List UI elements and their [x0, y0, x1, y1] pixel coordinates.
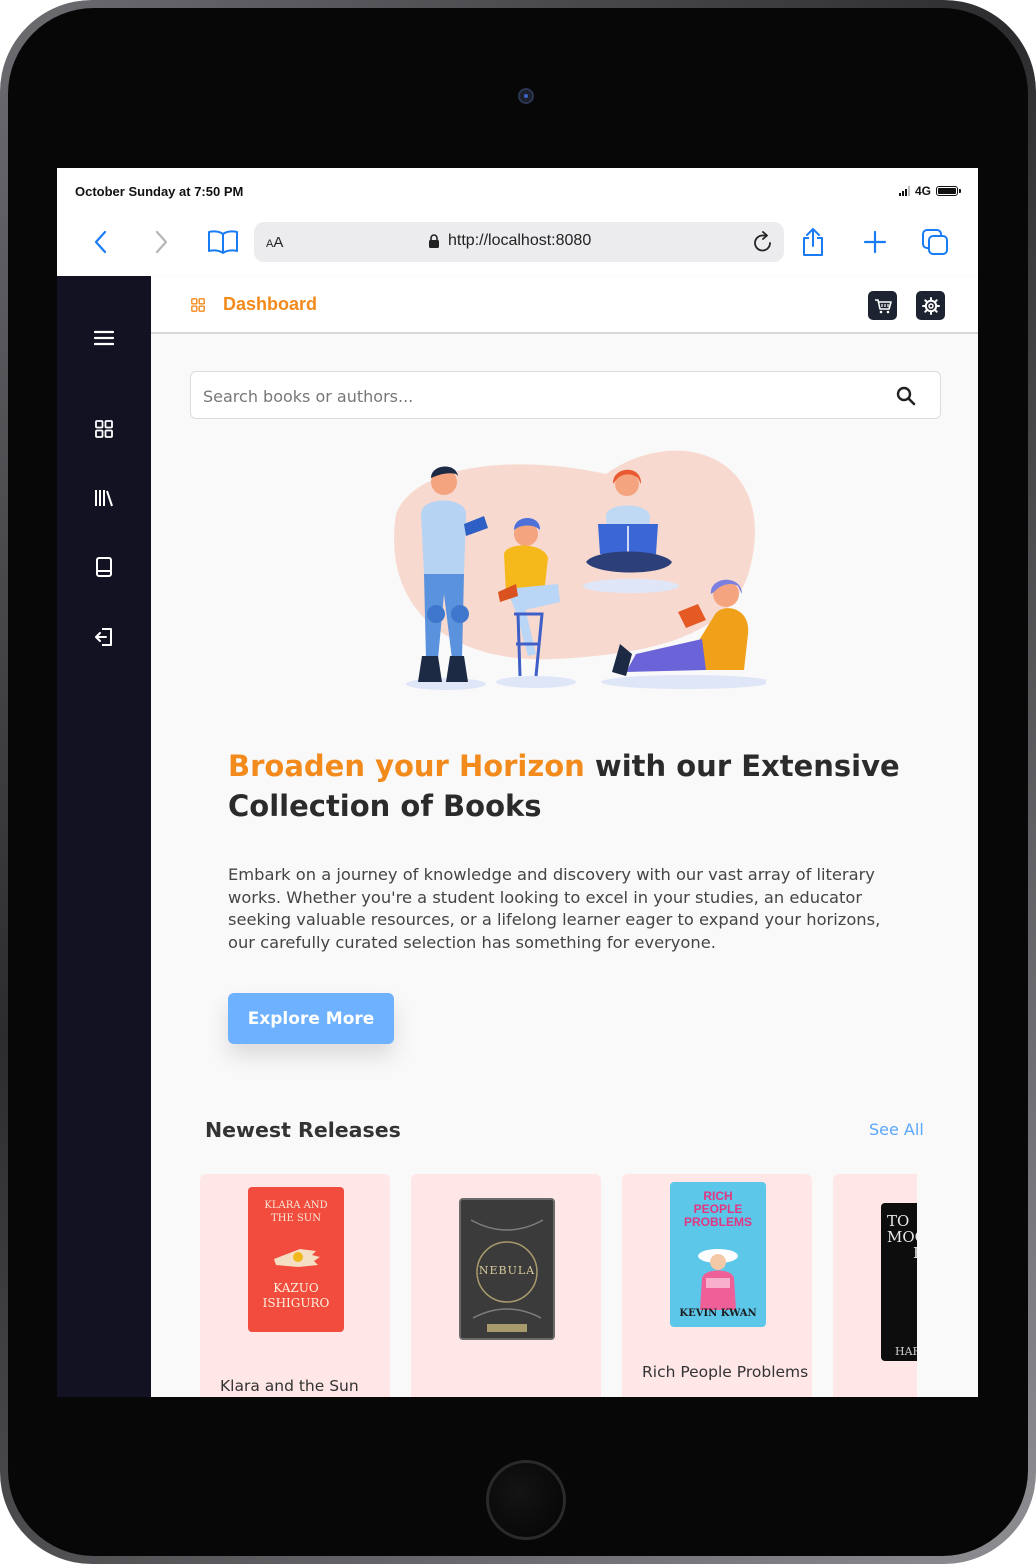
- status-bar: October Sunday at 7:50 PM 4G: [57, 168, 978, 214]
- lock-icon: [429, 233, 439, 248]
- cart-icon: [874, 298, 892, 313]
- search-input[interactable]: [203, 382, 873, 410]
- tabs-icon[interactable]: [917, 224, 953, 260]
- settings-button[interactable]: [916, 291, 945, 320]
- main-content: Broaden your Horizon with our Extensive …: [151, 334, 978, 1397]
- sidebar-item-logout[interactable]: [93, 626, 115, 648]
- sidebar-item-library[interactable]: [93, 487, 115, 509]
- book-cover: KLARA AND THE SUN KAZUO ISHIGURO: [248, 1187, 344, 1332]
- browser-toolbar: AA http://localhost:8080: [57, 214, 978, 276]
- book-title: Klara and the Sun: [220, 1377, 359, 1395]
- url-text: http://localhost:8080: [448, 232, 592, 249]
- sidebar: [57, 276, 151, 1397]
- page-title: Dashboard: [223, 294, 318, 314]
- search-box: [190, 371, 941, 419]
- book-card[interactable]: KLARA AND THE SUN KAZUO ISHIGURO Klara a…: [200, 1174, 390, 1397]
- bookmarks-icon[interactable]: [205, 224, 241, 260]
- see-all-link[interactable]: See All: [869, 1120, 924, 1139]
- url-display[interactable]: http://localhost:8080: [428, 232, 591, 250]
- status-time: October Sunday at 7:50 PM: [75, 184, 244, 199]
- reload-icon[interactable]: [750, 228, 776, 256]
- new-tab-icon[interactable]: [857, 224, 893, 260]
- hero-description: Embark on a journey of knowledge and dis…: [228, 865, 881, 952]
- newest-releases-carousel: KLARA AND THE SUN KAZUO ISHIGURO Klara a…: [200, 1174, 917, 1397]
- battery-icon: [936, 186, 961, 196]
- library-icon: [95, 490, 113, 507]
- dashboard-title-icon: [191, 298, 205, 312]
- book-title: Rich People Problems: [642, 1363, 809, 1381]
- sidebar-item-books[interactable]: [93, 556, 115, 578]
- section-title: Newest Releases: [205, 1118, 401, 1142]
- dashboard-icon: [95, 420, 113, 438]
- book-cover: RICH PEOPLE PROBLEMS KEVIN KWAN: [670, 1182, 766, 1327]
- explore-more-button[interactable]: Explore More: [228, 993, 394, 1044]
- hand-sun-icon: [274, 1249, 320, 1267]
- app-header: Dashboard: [151, 276, 978, 334]
- hero-headline: Broaden your Horizon with our Extensive …: [228, 746, 928, 826]
- book-icon: [96, 557, 112, 577]
- cart-button[interactable]: [868, 291, 897, 320]
- screen: October Sunday at 7:50 PM 4G AA http://l…: [57, 168, 978, 1397]
- url-bar[interactable]: AA http://localhost:8080: [254, 222, 784, 262]
- gear-icon: [921, 296, 940, 315]
- woman-illustration-icon: [698, 1249, 738, 1310]
- book-card[interactable]: TO MOC B HAR: [833, 1174, 917, 1397]
- book-card[interactable]: NEBULA: [411, 1174, 601, 1397]
- hero-illustration: [394, 450, 766, 690]
- forward-icon[interactable]: [143, 224, 179, 260]
- logout-icon: [95, 628, 112, 646]
- menu-icon[interactable]: [93, 327, 115, 349]
- home-button[interactable]: [486, 1460, 566, 1540]
- reader-options[interactable]: AA: [266, 234, 283, 252]
- search-icon[interactable]: [894, 384, 918, 408]
- network-label: 4G: [914, 184, 931, 198]
- book-cover: TO MOC B HAR: [881, 1203, 917, 1361]
- front-camera: [518, 88, 534, 104]
- share-icon[interactable]: [795, 224, 831, 260]
- signal-icon: [898, 186, 910, 196]
- book-cover: NEBULA: [459, 1198, 555, 1340]
- status-indicators: 4G: [898, 184, 961, 198]
- back-icon[interactable]: [83, 224, 119, 260]
- headline-accent: Broaden your Horizon: [228, 749, 585, 783]
- sidebar-item-dashboard[interactable]: [93, 418, 115, 440]
- book-card[interactable]: RICH PEOPLE PROBLEMS KEVIN KWAN Rich Peo…: [622, 1174, 812, 1397]
